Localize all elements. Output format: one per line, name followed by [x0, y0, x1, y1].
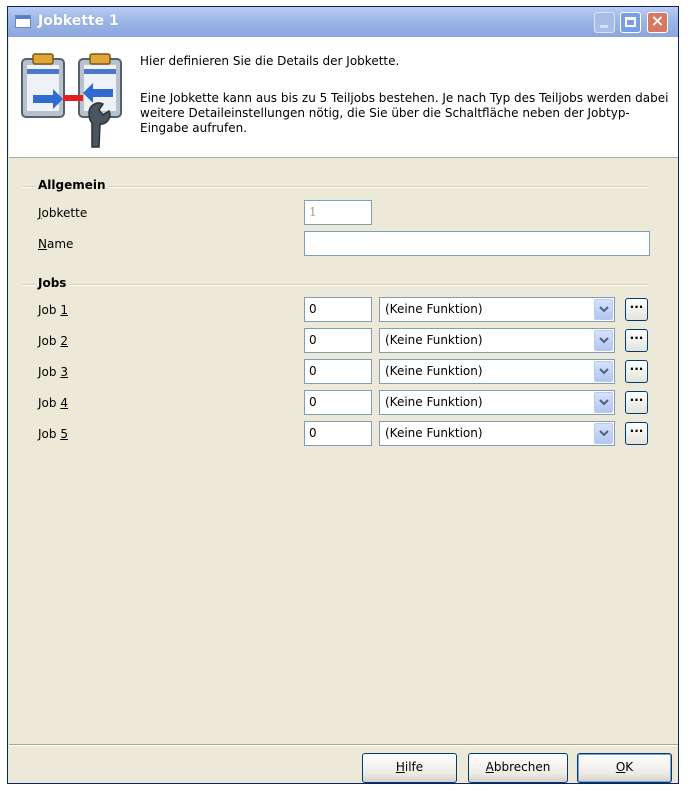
name-input[interactable] — [304, 231, 650, 256]
group-divider-jobs — [22, 284, 648, 286]
job-label: Job 3 — [38, 365, 68, 379]
job-chain-icon — [21, 53, 122, 148]
close-icon: × — [650, 11, 665, 30]
job-function-value: (Keine Funktion) — [385, 302, 483, 316]
job-details-button[interactable]: ··· — [625, 422, 648, 445]
header-description: Eine Jobkette kann aus bis zu 5 Teiljobs… — [140, 91, 669, 135]
window-icon — [15, 15, 31, 28]
chevron-down-icon[interactable] — [594, 299, 613, 320]
job-label: Job 4 — [38, 396, 68, 410]
job-number-input[interactable]: 0 — [304, 390, 372, 415]
job-function-value: (Keine Funktion) — [385, 364, 483, 378]
job-number-input[interactable]: 0 — [304, 421, 372, 446]
header-title-text: Hier definieren Sie die Details der Jobk… — [140, 54, 400, 68]
jobkette-dialog: Jobkette 1 × Hier definieren Sie die Det… — [7, 6, 679, 784]
job-function-select[interactable]: (Keine Funktion) — [379, 359, 615, 384]
ok-button[interactable]: OK — [577, 753, 672, 783]
job-details-button[interactable]: ··· — [625, 360, 648, 383]
chevron-down-icon[interactable] — [594, 392, 613, 413]
job-function-select[interactable]: (Keine Funktion) — [379, 297, 615, 322]
job-function-value: (Keine Funktion) — [385, 333, 483, 347]
chevron-down-icon[interactable] — [594, 423, 613, 444]
job-label: Job 2 — [38, 334, 68, 348]
job-number-input[interactable]: 0 — [304, 328, 372, 353]
job-function-select[interactable]: (Keine Funktion) — [379, 328, 615, 353]
job-label: Job 5 — [38, 427, 68, 441]
group-title-general: Allgemein — [35, 178, 109, 192]
maximize-button[interactable] — [620, 12, 641, 33]
header-panel: Hier definieren Sie die Details der Jobk… — [9, 37, 678, 158]
jobkette-label: Jobkette — [38, 206, 88, 220]
job-function-value: (Keine Funktion) — [385, 395, 483, 409]
group-title-jobs: Jobs — [35, 276, 70, 290]
job-number-input[interactable]: 0 — [304, 297, 372, 322]
job-label: Job 1 — [38, 303, 68, 317]
group-divider-general — [22, 186, 648, 188]
minimize-button[interactable] — [594, 12, 615, 33]
chevron-down-icon[interactable] — [594, 361, 613, 382]
job-details-button[interactable]: ··· — [625, 329, 648, 352]
close-button[interactable]: × — [647, 11, 668, 33]
cancel-button[interactable]: Abbrechen — [468, 753, 568, 783]
job-number-input[interactable]: 0 — [304, 359, 372, 384]
help-button[interactable]: Hilfe — [362, 753, 457, 783]
name-label: Name — [38, 237, 74, 251]
jobkette-number-field: 1 — [304, 200, 372, 225]
job-function-value: (Keine Funktion) — [385, 426, 483, 440]
job-details-button[interactable]: ··· — [625, 298, 648, 321]
title-bar[interactable]: Jobkette 1 × — [8, 7, 678, 37]
footer-divider — [9, 744, 678, 746]
window-title: Jobkette 1 — [38, 13, 119, 29]
chevron-down-icon[interactable] — [594, 330, 613, 351]
job-function-select[interactable]: (Keine Funktion) — [379, 421, 615, 446]
job-details-button[interactable]: ··· — [625, 391, 648, 414]
job-function-select[interactable]: (Keine Funktion) — [379, 390, 615, 415]
